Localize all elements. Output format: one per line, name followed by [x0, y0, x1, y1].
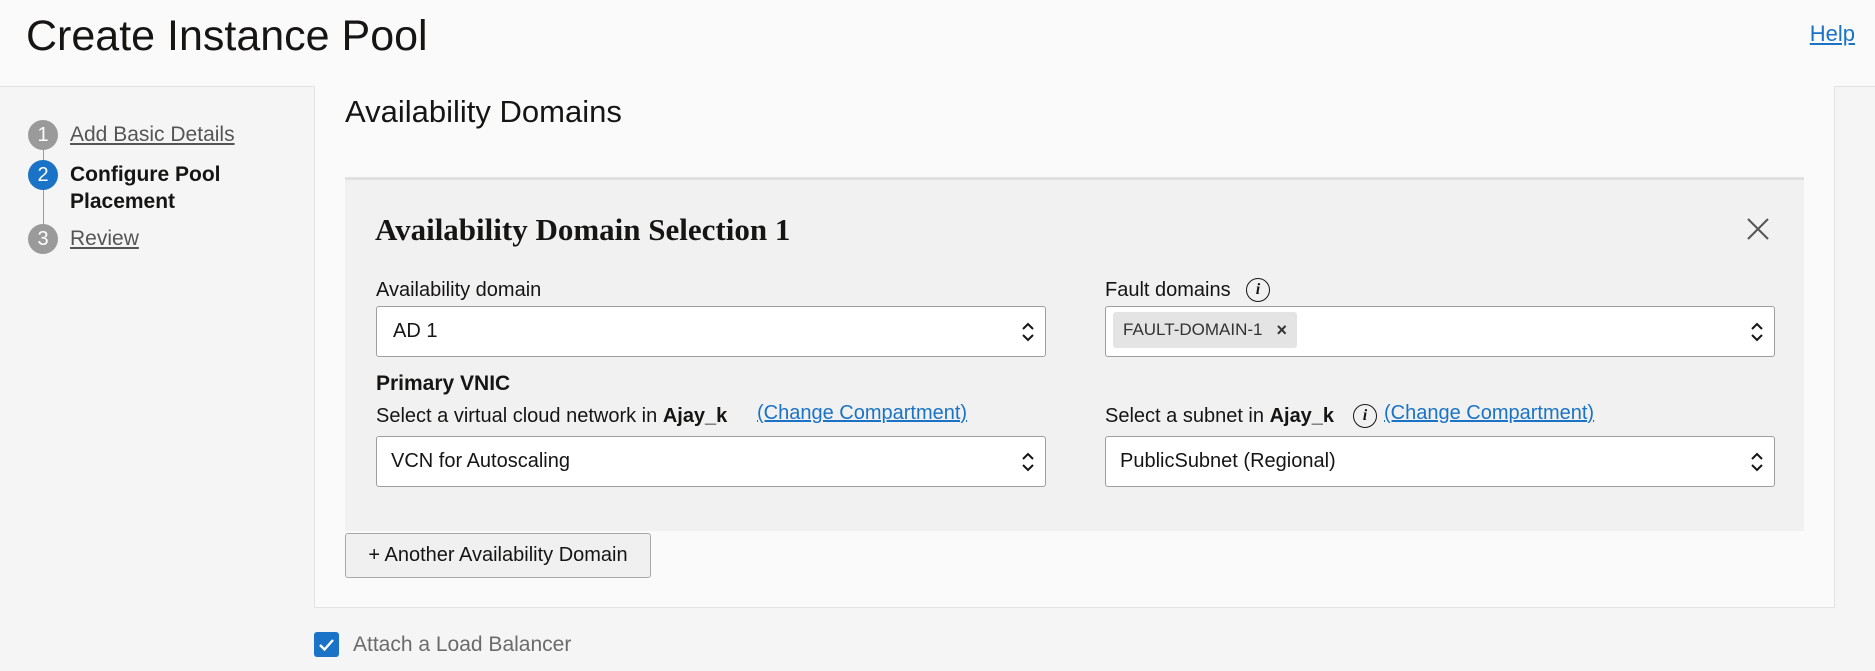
- section-title: Availability Domains: [345, 94, 622, 129]
- step-add-basic-details[interactable]: 1 Add Basic Details: [28, 120, 235, 150]
- page-header: Create Instance Pool Help: [0, 0, 1875, 87]
- availability-domain-value: AD 1: [393, 320, 438, 342]
- subnet-change-compartment-link[interactable]: (Change Compartment): [1384, 402, 1594, 425]
- close-icon[interactable]: [1745, 216, 1771, 242]
- vcn-label-prefix: Select a virtual cloud network in: [376, 405, 658, 427]
- availability-domain-label: Availability domain: [376, 279, 542, 301]
- vcn-value: VCN for Autoscaling: [391, 450, 570, 472]
- help-link[interactable]: Help: [1810, 21, 1855, 47]
- vcn-label: Select a virtual cloud network in Ajay_k: [376, 405, 727, 428]
- primary-vnic-heading: Primary VNIC: [376, 372, 511, 395]
- add-availability-domain-button[interactable]: + Another Availability Domain: [345, 533, 651, 578]
- select-chevron-icon: [1022, 452, 1034, 472]
- step-configure-pool-placement: 2 Configure Pool Placement: [28, 160, 240, 215]
- availability-domain-select[interactable]: AD 1: [376, 306, 1046, 357]
- info-icon[interactable]: i: [1246, 278, 1270, 302]
- subnet-compartment-name: Ajay_k: [1269, 405, 1335, 427]
- subnet-value: PublicSubnet (Regional): [1120, 450, 1336, 472]
- step-label[interactable]: Add Basic Details: [70, 121, 235, 148]
- vcn-compartment-name: Ajay_k: [662, 405, 728, 427]
- remove-chip-icon[interactable]: ×: [1276, 320, 1287, 341]
- step-number: 3: [28, 224, 58, 254]
- step-number: 1: [28, 120, 58, 150]
- attach-load-balancer-label: Attach a Load Balancer: [353, 633, 572, 656]
- chip-label: FAULT-DOMAIN-1: [1123, 320, 1263, 339]
- info-icon[interactable]: i: [1353, 404, 1377, 428]
- card-title: Availability Domain Selection 1: [375, 212, 791, 247]
- step-number: 2: [28, 160, 58, 190]
- vcn-change-compartment-link[interactable]: (Change Compartment): [757, 402, 967, 425]
- attach-load-balancer-checkbox[interactable]: [314, 632, 339, 657]
- step-label[interactable]: Review: [70, 225, 139, 252]
- fault-domain-chip: FAULT-DOMAIN-1 ×: [1113, 312, 1297, 348]
- subnet-label-prefix: Select a subnet in: [1105, 405, 1264, 427]
- subnet-label: Select a subnet in Ajay_k: [1105, 405, 1334, 428]
- page-title: Create Instance Pool: [26, 12, 428, 60]
- fault-domains-label: Fault domains: [1105, 279, 1231, 301]
- select-chevron-icon: [1022, 322, 1034, 342]
- vcn-select[interactable]: VCN for Autoscaling: [376, 436, 1046, 487]
- subnet-select[interactable]: PublicSubnet (Regional): [1105, 436, 1775, 487]
- select-chevron-icon: [1751, 452, 1763, 472]
- select-chevron-icon: [1751, 322, 1763, 342]
- step-review[interactable]: 3 Review: [28, 224, 139, 254]
- checkmark-icon: [319, 639, 334, 652]
- step-label: Configure Pool Placement: [70, 163, 221, 213]
